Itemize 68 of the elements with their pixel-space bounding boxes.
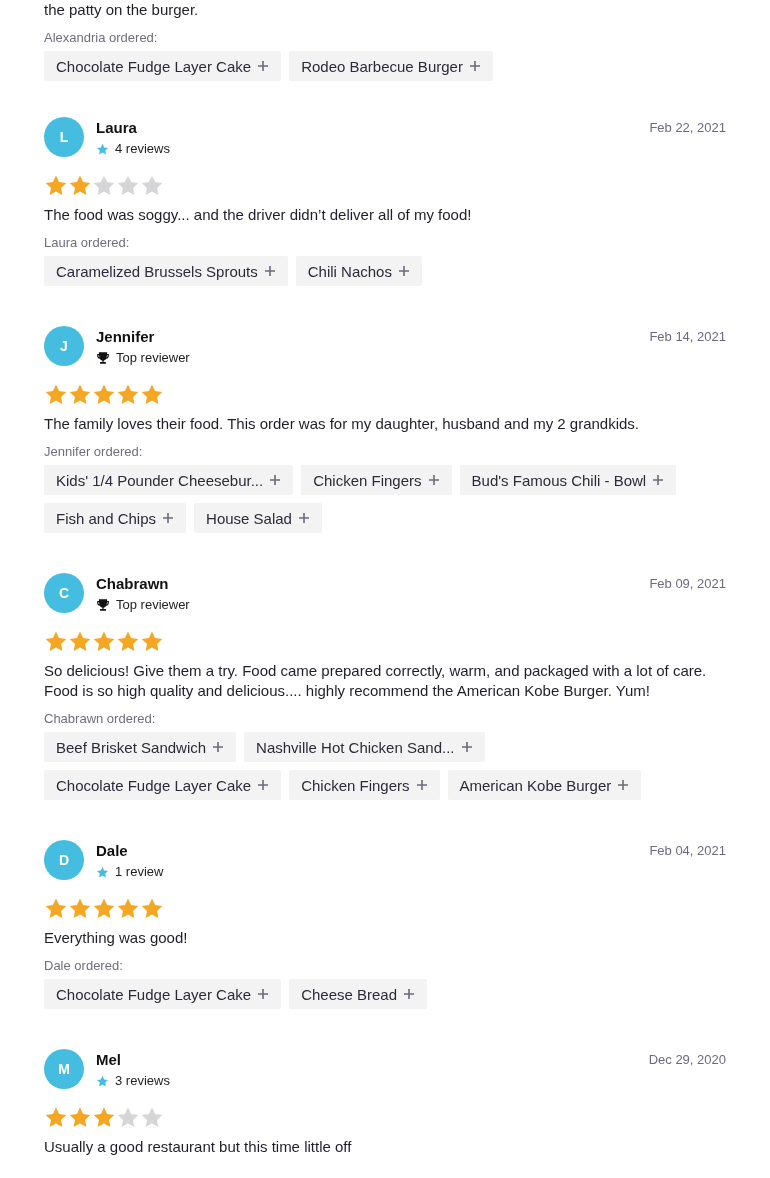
avatar: L: [44, 117, 84, 157]
plus-icon: [162, 512, 175, 524]
review-text: the patty on the burger.: [44, 0, 200, 20]
avatar: J: [44, 326, 84, 366]
plus-icon: [263, 265, 276, 277]
trophy-icon: [96, 351, 110, 365]
review-text: So delicious! Give them a try. Food came prepared correctly, warm, and packaged with a lot of care. Food is so high quality and delicious.... highly recommend the American Kobe Burger. Yum!: [44, 661, 708, 701]
dish-chip[interactable]: Beef Brisket Sandwich: [44, 732, 237, 762]
review-date: Feb 14, 2021: [649, 329, 726, 344]
dish-chip[interactable]: Rodeo Barbecue Burger: [289, 51, 493, 81]
plus-icon: [212, 741, 225, 753]
star-icon: [96, 1074, 109, 1088]
plus-icon: [617, 779, 630, 791]
review-text: Usually a good restaurant but this time little off: [44, 1137, 353, 1157]
avatar: D: [44, 840, 84, 880]
review-date: Feb 22, 2021: [649, 120, 726, 135]
dish-chip[interactable]: Chicken Fingers: [289, 770, 440, 800]
dish-chip[interactable]: Chocolate Fudge Layer Cake: [44, 51, 282, 81]
plus-icon: [468, 60, 481, 72]
reviewer-name: Chabrawn: [96, 574, 170, 594]
star-icon: [96, 865, 109, 879]
plus-icon: [652, 474, 665, 486]
plus-icon: [403, 988, 416, 1000]
ordered-label: Jennifer ordered:: [44, 444, 144, 460]
reviewer-name: Dale: [96, 841, 129, 861]
review-count: Top reviewer: [116, 597, 190, 613]
review-count: 3 reviews: [115, 1073, 170, 1089]
plus-icon: [257, 60, 270, 72]
review-count: 1 review: [115, 864, 164, 880]
review-date: Feb 04, 2021: [649, 843, 726, 858]
dish-chip[interactable]: Kids' 1/4 Pounder Cheesebur...: [44, 465, 294, 495]
plus-icon: [397, 265, 410, 277]
ordered-label: Laura ordered:: [44, 235, 131, 251]
dish-chip[interactable]: Chili Nachos: [295, 256, 422, 286]
plus-icon: [257, 779, 270, 791]
plus-icon: [269, 474, 282, 486]
dish-chip[interactable]: House Salad: [194, 503, 322, 533]
star-icon: [96, 142, 109, 156]
plus-icon: [257, 988, 270, 1000]
plus-icon: [415, 779, 428, 791]
dish-chip[interactable]: Bud's Famous Chili - Bowl: [459, 465, 677, 495]
avatar: M: [44, 1049, 84, 1089]
plus-icon: [460, 741, 473, 753]
dish-chip[interactable]: Nashville Hot Chicken Sand...: [244, 732, 485, 762]
ordered-label: Dale ordered:: [44, 958, 124, 974]
dish-chip[interactable]: American Kobe Burger: [447, 770, 642, 800]
ordered-label: Alexandria ordered:: [44, 30, 159, 46]
review-text: Everything was good!: [44, 928, 189, 948]
dish-chip[interactable]: Chocolate Fudge Layer Cake: [44, 770, 282, 800]
reviewer-name: Laura: [96, 118, 138, 138]
reviewer-name: Mel: [96, 1050, 122, 1070]
review-text: The food was soggy... and the driver didn’t deliver all of my food!: [44, 205, 473, 225]
dish-chip[interactable]: Chocolate Fudge Layer Cake: [44, 979, 282, 1009]
dish-chip[interactable]: Caramelized Brussels Sprouts: [44, 256, 288, 286]
review-count: 4 reviews: [115, 141, 170, 157]
review-date: Dec 29, 2020: [648, 1052, 726, 1067]
ordered-label: Chabrawn ordered:: [44, 711, 157, 727]
plus-icon: [427, 474, 440, 486]
reviewer-name: Jennifer: [96, 327, 156, 347]
review-count: Top reviewer: [116, 350, 190, 366]
trophy-icon: [96, 598, 110, 612]
plus-icon: [297, 512, 310, 524]
review-date: Feb 09, 2021: [649, 576, 726, 591]
review-text: The family loves their food. This order was for my daughter, husband and my 2 grandkids.: [44, 414, 641, 434]
dish-chip[interactable]: Cheese Bread: [289, 979, 428, 1009]
dish-chip[interactable]: Fish and Chips: [44, 503, 187, 533]
dish-chip[interactable]: Chicken Fingers: [301, 465, 452, 495]
avatar: C: [44, 573, 84, 613]
